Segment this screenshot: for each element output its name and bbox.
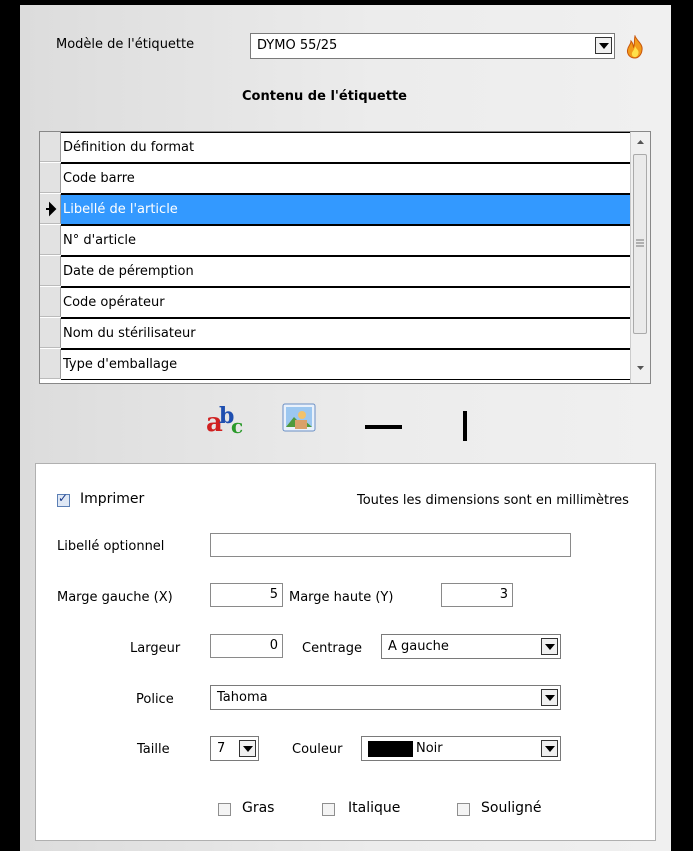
grid-cell[interactable]: Nom du stérilisateur: [61, 318, 641, 349]
format-settings-box: Imprimer Toutes les dimensions sont en m…: [35, 463, 656, 841]
size-value: 7: [217, 741, 226, 756]
underline-checkbox[interactable]: [457, 803, 470, 816]
margin-top-input[interactable]: 3: [441, 583, 513, 607]
grid-row[interactable]: N° d'article: [40, 225, 641, 256]
optional-label: Libellé optionnel: [57, 539, 165, 554]
row-pointer-icon: [46, 201, 57, 217]
row-header[interactable]: [40, 256, 61, 286]
chevron-down-icon[interactable]: [595, 37, 612, 54]
size-select[interactable]: 7: [210, 736, 259, 761]
grip-icon: [636, 239, 644, 247]
print-checkbox[interactable]: [57, 491, 70, 507]
model-label: Modèle de l'étiquette: [56, 37, 195, 52]
margin-top-label: Marge haute (Y): [289, 590, 394, 605]
grid-row[interactable]: Code opérateur: [40, 287, 641, 318]
scroll-down-icon[interactable]: [635, 364, 646, 372]
flame-icon[interactable]: [624, 34, 646, 63]
svg-text:c: c: [231, 414, 243, 437]
centering-value: A gauche: [388, 639, 449, 654]
row-header[interactable]: [40, 132, 61, 162]
italic-label: Italique: [348, 800, 401, 816]
model-select[interactable]: DYMO 55/25: [250, 33, 615, 59]
image-icon[interactable]: [282, 403, 316, 437]
color-select[interactable]: Noir: [361, 736, 561, 761]
row-header[interactable]: [40, 318, 61, 348]
scroll-up-icon[interactable]: [635, 138, 646, 146]
grid-cell[interactable]: N° d'article: [61, 225, 641, 256]
size-label: Taille: [137, 742, 170, 757]
font-label: Police: [136, 692, 174, 707]
row-header[interactable]: [40, 225, 61, 255]
row-header[interactable]: [40, 163, 61, 193]
margin-left-label: Marge gauche (X): [57, 590, 173, 605]
model-select-value: DYMO 55/25: [257, 38, 338, 53]
grid-cell[interactable]: Date de péremption: [61, 256, 641, 287]
grid-row-selected[interactable]: Libellé de l'article: [40, 194, 641, 225]
vertical-line-icon[interactable]: [463, 411, 467, 441]
width-label: Largeur: [130, 641, 181, 656]
row-header[interactable]: [40, 194, 61, 224]
underline-label: Souligné: [481, 800, 542, 816]
grid-scrollbar[interactable]: [630, 132, 650, 383]
grid-row[interactable]: Code barre: [40, 163, 641, 194]
grid-cell[interactable]: Définition du format: [61, 132, 641, 163]
centering-label: Centrage: [302, 641, 362, 656]
color-label: Couleur: [292, 742, 343, 757]
horizontal-line-icon[interactable]: [365, 425, 402, 429]
grid-row[interactable]: Date de péremption: [40, 256, 641, 287]
color-swatch: [368, 741, 413, 757]
font-value: Tahoma: [217, 690, 268, 705]
content-title: Contenu de l'étiquette: [242, 89, 407, 104]
optional-label-input[interactable]: [210, 533, 571, 557]
grid-cell[interactable]: Code barre: [61, 163, 641, 194]
centering-select[interactable]: A gauche: [381, 634, 561, 659]
bold-label: Gras: [242, 800, 275, 816]
grid-cell[interactable]: Code opérateur: [61, 287, 641, 318]
text-abc-icon[interactable]: a b c: [205, 397, 247, 441]
units-note: Toutes les dimensions sont en millimètre…: [357, 493, 629, 508]
width-input[interactable]: 0: [210, 634, 283, 658]
label-editor-panel: Modèle de l'étiquette DYMO 55/25 Contenu…: [20, 5, 671, 851]
chevron-down-icon[interactable]: [239, 740, 256, 757]
grid-row[interactable]: Définition du format: [40, 132, 641, 163]
scroll-thumb[interactable]: [633, 154, 647, 334]
row-header[interactable]: [40, 349, 61, 379]
chevron-down-icon[interactable]: [541, 689, 558, 706]
grid-cell[interactable]: Libellé de l'article: [61, 194, 641, 225]
font-select[interactable]: Tahoma: [210, 685, 561, 710]
row-header[interactable]: [40, 287, 61, 317]
color-value: Noir: [416, 741, 443, 756]
margin-left-input[interactable]: 5: [210, 583, 283, 607]
content-grid[interactable]: Définition du format Code barre Libellé …: [39, 131, 651, 384]
grid-row[interactable]: Type d'emballage: [40, 349, 641, 380]
bold-checkbox[interactable]: [218, 803, 231, 816]
print-label: Imprimer: [80, 491, 145, 507]
chevron-down-icon[interactable]: [541, 638, 558, 655]
chevron-down-icon[interactable]: [541, 740, 558, 757]
italic-checkbox[interactable]: [322, 803, 335, 816]
grid-row[interactable]: Nom du stérilisateur: [40, 318, 641, 349]
grid-cell[interactable]: Type d'emballage: [61, 349, 641, 380]
